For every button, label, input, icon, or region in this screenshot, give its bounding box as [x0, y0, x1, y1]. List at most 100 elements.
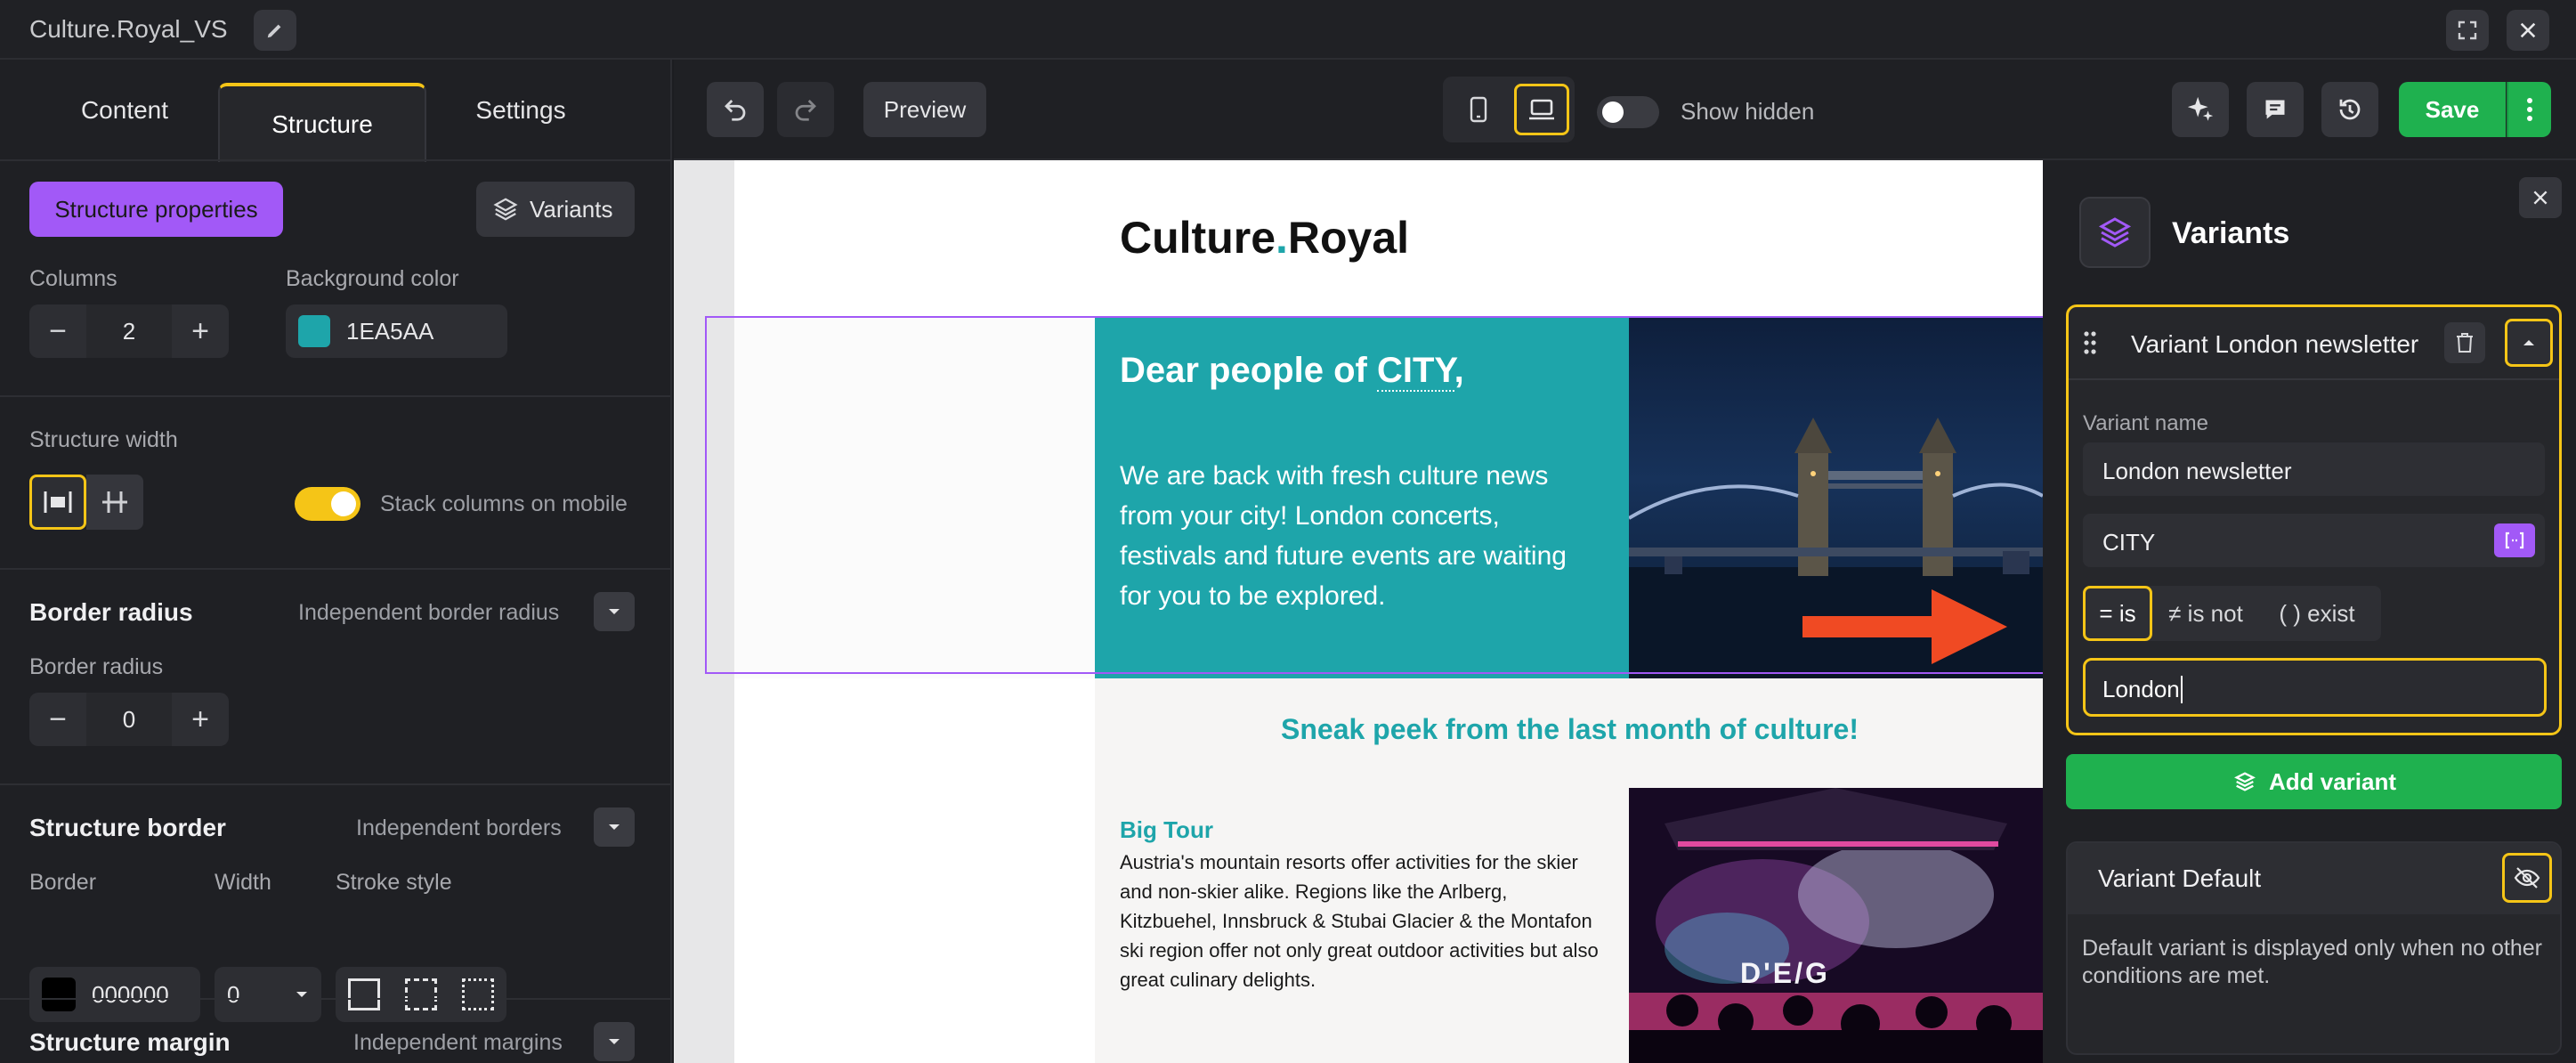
chevron-down-icon[interactable]: [594, 592, 635, 631]
email-canvas: Culture.Royal Dear people of CITY, We ar…: [674, 160, 2043, 1063]
color-swatch[interactable]: [42, 978, 76, 1011]
comment-icon[interactable]: [2247, 82, 2304, 137]
pencil-icon[interactable]: [254, 10, 296, 51]
independent-borders-label: Independent borders: [356, 816, 562, 840]
op-is-not-button[interactable]: ≠ is not: [2152, 586, 2259, 641]
tab-structure[interactable]: Structure: [218, 83, 426, 162]
sparkle-icon[interactable]: [2172, 82, 2229, 137]
stroke-style-group: [336, 967, 506, 1022]
default-variant-card: Variant Default Default variant is displ…: [2066, 841, 2562, 1055]
condition-variable: CITY: [2102, 529, 2156, 556]
stack-columns-toggle[interactable]: [295, 487, 360, 521]
show-hidden-toggle[interactable]: [1597, 96, 1659, 128]
chevron-down-icon[interactable]: [594, 807, 635, 847]
tab-divider: [0, 159, 670, 161]
structure-selection-outline: [705, 316, 2043, 674]
article-body: Austria's mountain resorts offer activit…: [1120, 851, 1599, 991]
plus-icon[interactable]: +: [172, 304, 229, 358]
sneak-peek-heading: Sneak peek from the last month of cultur…: [1281, 713, 1859, 745]
condition-variable-field[interactable]: CITY: [2083, 514, 2545, 567]
op-exist-button[interactable]: ( ) exist: [2259, 586, 2375, 641]
layers-icon: [2079, 197, 2151, 268]
op-is-button[interactable]: = is: [2083, 586, 2152, 641]
variant-card: Variant London newsletter Variant name L…: [2066, 304, 2562, 735]
structure-margin-title: Structure margin: [29, 1028, 231, 1056]
plus-icon[interactable]: +: [172, 693, 229, 746]
stack-columns-label: Stack columns on mobile: [380, 491, 628, 516]
divider: [2069, 378, 2559, 380]
more-icon[interactable]: [2507, 82, 2551, 137]
stroke-style-label: Stroke style: [336, 870, 452, 895]
default-variant-title: Variant Default: [2098, 864, 2262, 892]
full-width-icon[interactable]: [29, 475, 86, 530]
independent-margins-label: Independent margins: [353, 1030, 563, 1055]
left-panel: Content Structure Settings Structure pro…: [0, 60, 672, 1063]
border-radius-stepper[interactable]: − 0 +: [29, 693, 229, 746]
columns-stepper[interactable]: − 2 +: [29, 304, 229, 358]
logo-left: Culture: [1120, 213, 1276, 263]
window-title: Culture.Royal_VS: [29, 15, 228, 43]
columns-label: Columns: [29, 266, 117, 291]
divider: [0, 395, 670, 397]
logo-right: Royal: [1287, 213, 1410, 263]
article-title: Big Tour: [1120, 816, 1213, 843]
width-label: Width: [215, 870, 271, 895]
border-radius-label: Border radius: [29, 654, 164, 679]
border-label: Border: [29, 870, 97, 895]
save-button[interactable]: Save: [2399, 82, 2506, 137]
variants-button[interactable]: Variants: [476, 182, 635, 237]
eye-off-icon[interactable]: [2502, 853, 2552, 903]
history-icon[interactable]: [2321, 82, 2378, 137]
chevron-up-icon[interactable]: [2505, 319, 2553, 367]
variants-title: Variants: [2172, 216, 2290, 250]
variants-panel: Variants Variant London newsletter Varia…: [2043, 160, 2576, 1063]
concert-image[interactable]: D'E/G: [1629, 788, 2043, 1063]
stage-text: D'E/G: [1740, 957, 1830, 989]
variable-picker-icon[interactable]: [2494, 523, 2535, 557]
bg-color-label: Background color: [286, 266, 459, 291]
divider: [0, 998, 670, 1000]
show-hidden-label: Show hidden: [1681, 98, 1815, 125]
close-icon[interactable]: [2507, 10, 2549, 51]
variant-name-input[interactable]: London newsletter: [2083, 442, 2545, 496]
mobile-icon[interactable]: [1455, 85, 1502, 134]
variant-name-value: London newsletter: [2102, 458, 2292, 484]
condition-value-input[interactable]: London: [2083, 658, 2547, 717]
dashed-stroke-icon[interactable]: [405, 978, 437, 1010]
layers-icon: [493, 198, 518, 221]
color-swatch[interactable]: [298, 315, 330, 347]
structure-border-title: Structure border: [29, 814, 226, 841]
solid-stroke-icon[interactable]: [348, 978, 380, 1010]
undo-icon[interactable]: [707, 82, 764, 137]
desktop-icon[interactable]: [1514, 84, 1569, 135]
close-icon[interactable]: [2519, 177, 2562, 218]
border-width-select[interactable]: 0: [215, 967, 321, 1022]
trash-icon[interactable]: [2444, 322, 2485, 363]
preview-button[interactable]: Preview: [863, 82, 986, 137]
columns-value[interactable]: 2: [86, 304, 172, 358]
divider: [0, 783, 670, 785]
border-radius-value[interactable]: 0: [86, 693, 172, 746]
minus-icon[interactable]: −: [29, 693, 86, 746]
variants-button-label: Variants: [530, 195, 613, 223]
dotted-stroke-icon[interactable]: [462, 978, 494, 1010]
redo-icon[interactable]: [777, 82, 834, 137]
drag-handle-icon[interactable]: [2081, 327, 2099, 359]
tab-content[interactable]: Content: [36, 60, 214, 160]
condition-operator-group: = is ≠ is not ( ) exist: [2083, 586, 2381, 641]
tab-settings[interactable]: Settings: [432, 60, 610, 160]
add-variant-label: Add variant: [2268, 767, 2397, 795]
fullscreen-icon[interactable]: [2446, 10, 2489, 51]
content-width-icon[interactable]: [86, 475, 143, 530]
minus-icon[interactable]: −: [29, 304, 86, 358]
bg-color-field[interactable]: 1EA5AA: [286, 304, 507, 358]
add-variant-button[interactable]: Add variant: [2066, 754, 2562, 809]
bg-color-value: 1EA5AA: [346, 317, 434, 345]
chevron-down-icon[interactable]: [594, 1022, 635, 1061]
variant-title: Variant London newsletter: [2131, 330, 2419, 358]
structure-properties-button[interactable]: Structure properties: [29, 182, 283, 237]
independent-radius-label: Independent border radius: [298, 600, 560, 625]
window-titlebar: Culture.Royal_VS: [0, 0, 2576, 60]
border-color-field[interactable]: 000000: [29, 967, 200, 1022]
device-switcher: [1443, 77, 1575, 142]
